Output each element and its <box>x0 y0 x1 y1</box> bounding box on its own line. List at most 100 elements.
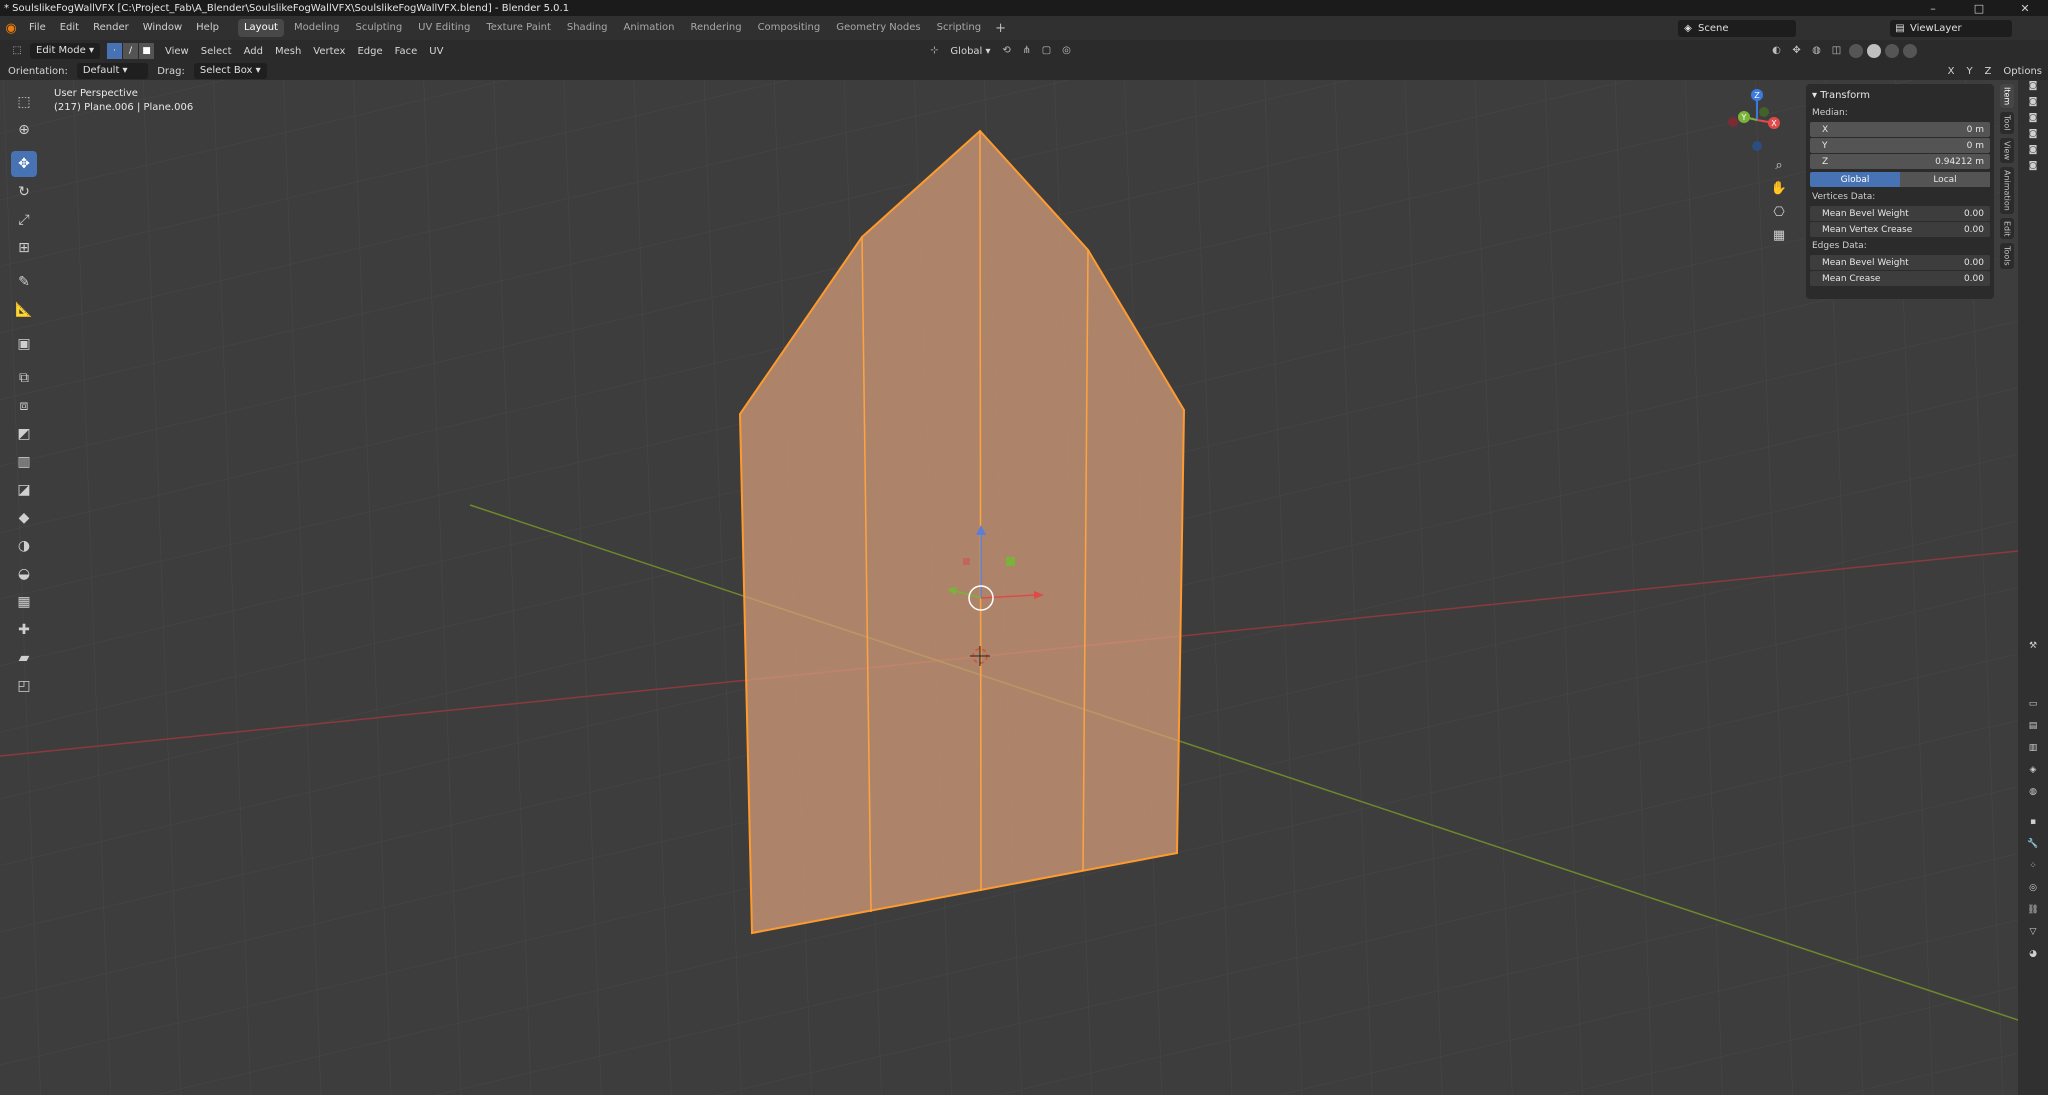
median-x-field[interactable]: X 0 m <box>1810 122 1990 137</box>
transform-section-header[interactable]: ▾ Transform <box>1810 88 1990 104</box>
median-z-field[interactable]: Z 0.94212 m <box>1810 154 1990 169</box>
tab-animation[interactable]: Animation <box>618 19 681 37</box>
move-tool-icon[interactable]: ✥ <box>11 151 37 177</box>
loop-cut-tool-icon[interactable]: ▥ <box>11 449 37 475</box>
tab-animation[interactable]: Animation <box>2000 166 2014 214</box>
options-dropdown[interactable]: Options <box>1997 63 2048 80</box>
tab-layout[interactable]: Layout <box>237 19 284 37</box>
solid-shading-icon[interactable] <box>1866 44 1881 58</box>
mesh-edge-center[interactable] <box>979 130 982 892</box>
perspective-toggle-icon[interactable]: ▦ <box>1768 224 1790 246</box>
local-space-button[interactable]: Local <box>1900 172 1990 187</box>
modifier-properties-icon[interactable]: 🔧 <box>2027 838 2039 850</box>
output-properties-icon[interactable]: ▤ <box>2027 720 2039 732</box>
transform-tool-icon[interactable]: ⊞ <box>11 235 37 261</box>
mirror-y-toggle[interactable]: Y <box>1960 63 1978 80</box>
menu-render[interactable]: Render <box>86 16 136 40</box>
edge-bevel-weight-field[interactable]: Mean Bevel Weight 0.00 <box>1810 255 1990 270</box>
vertex-crease-field[interactable]: Mean Vertex Crease 0.00 <box>1810 222 1990 237</box>
mirror-x-toggle[interactable]: X <box>1942 63 1961 80</box>
measure-tool-icon[interactable]: 📐 <box>11 297 37 323</box>
wireframe-shading-icon[interactable] <box>1848 44 1863 58</box>
camera-visibility-icon[interactable]: ◙ <box>2027 96 2039 108</box>
menu-uv[interactable]: UV <box>423 43 449 60</box>
gizmo-toggle-icon[interactable]: ✥ <box>1790 44 1804 58</box>
drag-dropdown[interactable]: Select Box ▾ <box>193 63 267 79</box>
material-properties-icon[interactable]: ◕ <box>2027 948 2039 960</box>
scale-tool-icon[interactable]: ⤢ <box>11 207 37 233</box>
snap-target-icon[interactable]: ▢ <box>1040 44 1054 58</box>
camera-visibility-icon[interactable]: ◙ <box>2027 128 2039 140</box>
poly-build-tool-icon[interactable]: ◆ <box>11 505 37 531</box>
mode-dropdown[interactable]: Edit Mode ▾ <box>30 43 100 59</box>
proportional-edit-icon[interactable]: ◎ <box>1060 44 1074 58</box>
camera-visibility-icon[interactable]: ◙ <box>2027 80 2039 92</box>
tab-sculpting[interactable]: Sculpting <box>349 19 408 37</box>
close-button[interactable]: ✕ <box>2002 0 2048 16</box>
smooth-tool-icon[interactable]: ◒ <box>11 561 37 587</box>
global-space-button[interactable]: Global <box>1810 172 1900 187</box>
tab-shading[interactable]: Shading <box>561 19 614 37</box>
tab-compositing[interactable]: Compositing <box>752 19 827 37</box>
tab-geometry-nodes[interactable]: Geometry Nodes <box>830 19 926 37</box>
add-workspace-button[interactable]: + <box>989 21 1012 36</box>
rip-tool-icon[interactable]: ◰ <box>11 673 37 699</box>
orientation-dropdown[interactable]: Default ▾ <box>76 63 149 79</box>
vertex-select-icon[interactable]: · <box>107 43 123 59</box>
maximize-button[interactable]: □ <box>1956 0 2002 16</box>
tab-uv-editing[interactable]: UV Editing <box>412 19 476 37</box>
median-y-field[interactable]: Y 0 m <box>1810 138 1990 153</box>
tab-texture-paint[interactable]: Texture Paint <box>480 19 557 37</box>
scene-properties-icon[interactable]: ◈ <box>2027 764 2039 776</box>
tab-edit[interactable]: Edit <box>2000 217 2014 240</box>
menu-edge[interactable]: Edge <box>351 43 388 60</box>
tab-modeling[interactable]: Modeling <box>288 19 346 37</box>
menu-help[interactable]: Help <box>189 16 226 40</box>
knife-tool-icon[interactable]: ◪ <box>11 477 37 503</box>
constraints-properties-icon[interactable]: ⛓ <box>2027 904 2039 916</box>
menu-face[interactable]: Face <box>389 43 424 60</box>
material-shading-icon[interactable] <box>1884 44 1899 58</box>
menu-edit[interactable]: Edit <box>53 16 86 40</box>
vertex-bevel-weight-field[interactable]: Mean Bevel Weight 0.00 <box>1810 206 1990 221</box>
annotate-tool-icon[interactable]: ✎ <box>11 269 37 295</box>
spin-tool-icon[interactable]: ◑ <box>11 533 37 559</box>
tab-tools[interactable]: Tools <box>2000 243 2014 269</box>
render-properties-icon[interactable]: ▭ <box>2027 698 2039 710</box>
tab-rendering[interactable]: Rendering <box>684 19 747 37</box>
menu-mesh[interactable]: Mesh <box>269 43 307 60</box>
shrink-fatten-tool-icon[interactable]: ✚ <box>11 617 37 643</box>
add-cube-tool-icon[interactable]: ▣ <box>11 331 37 357</box>
data-properties-icon[interactable]: ▽ <box>2027 926 2039 938</box>
minimize-button[interactable]: – <box>1910 0 1956 16</box>
scene-selector[interactable]: ◈ Scene <box>1678 20 1796 37</box>
menu-select[interactable]: Select <box>195 43 238 60</box>
tab-view[interactable]: View <box>2000 137 2014 163</box>
gizmo-yz-plane[interactable] <box>963 558 970 565</box>
select-box-tool-icon[interactable]: ⬚ <box>11 89 37 115</box>
bevel-tool-icon[interactable]: ◩ <box>11 421 37 447</box>
mirror-z-toggle[interactable]: Z <box>1979 63 1998 80</box>
menu-file[interactable]: File <box>22 16 53 40</box>
extrude-tool-icon[interactable]: ⧉ <box>11 365 37 391</box>
tab-item[interactable]: Item <box>2000 84 2014 109</box>
xray-icon[interactable]: ◫ <box>1830 44 1844 58</box>
cursor-tool-icon[interactable]: ⊕ <box>11 117 37 143</box>
camera-visibility-icon[interactable]: ◙ <box>2027 112 2039 124</box>
snap-icon[interactable]: ⋔ <box>1020 44 1034 58</box>
physics-properties-icon[interactable]: ◎ <box>2027 882 2039 894</box>
tab-scripting[interactable]: Scripting <box>931 19 987 37</box>
world-properties-icon[interactable]: ◍ <box>2027 786 2039 798</box>
edge-select-icon[interactable]: / <box>123 43 139 59</box>
camera-visibility-icon[interactable]: ◙ <box>2027 144 2039 156</box>
pan-hand-icon[interactable]: ✋ <box>1768 177 1790 199</box>
blender-logo-icon[interactable]: ◉ <box>0 16 22 40</box>
editor-type-icon[interactable]: ⬚ <box>10 44 24 58</box>
particles-properties-icon[interactable]: ⁘ <box>2027 860 2039 872</box>
shear-tool-icon[interactable]: ▰ <box>11 645 37 671</box>
edge-slide-tool-icon[interactable]: ▦ <box>11 589 37 615</box>
tool-properties-icon[interactable]: ⚒ <box>2027 640 2039 652</box>
menu-view[interactable]: View <box>159 43 195 60</box>
edge-crease-field[interactable]: Mean Crease 0.00 <box>1810 271 1990 286</box>
menu-add[interactable]: Add <box>238 43 269 60</box>
